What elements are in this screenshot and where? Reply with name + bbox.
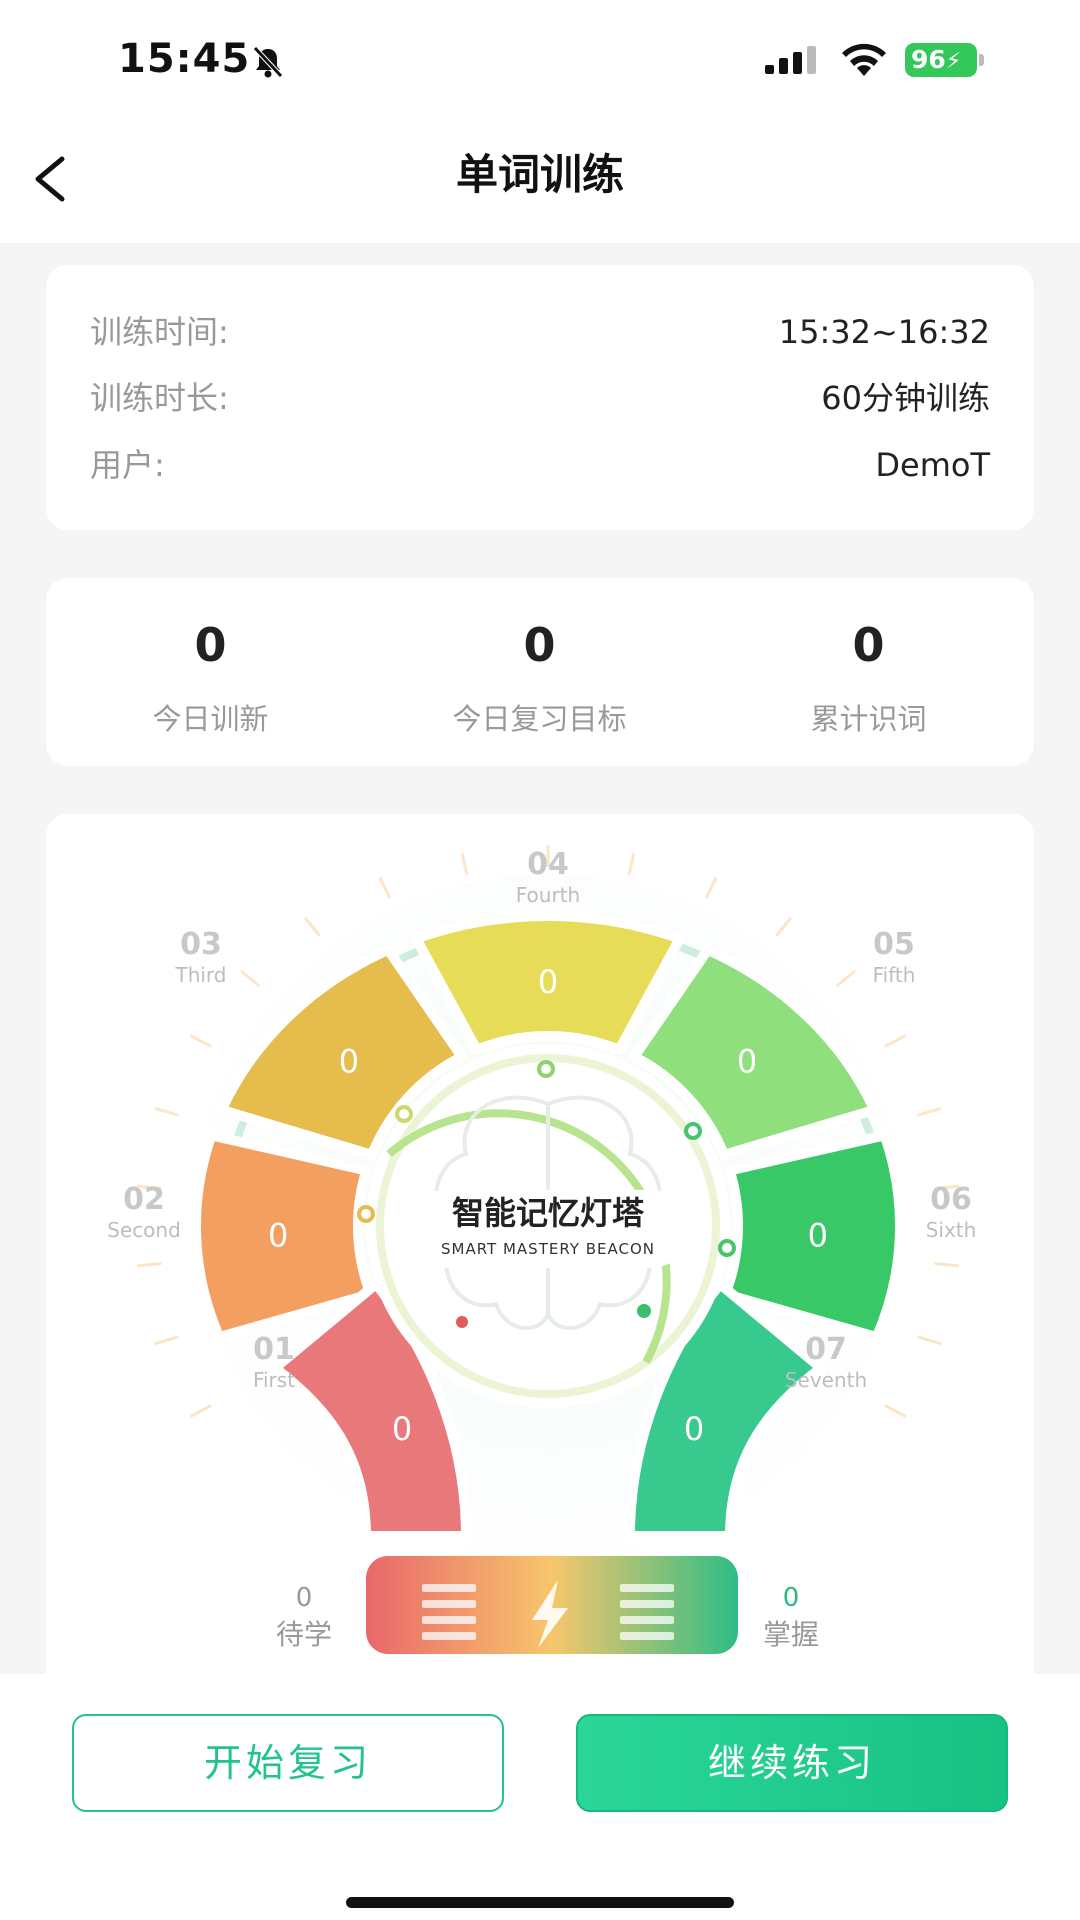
stage-value-03: 0 [339, 1042, 359, 1080]
charging-icon: ⚡ [945, 49, 962, 74]
tick-mark [460, 852, 469, 876]
tick-mark [189, 1404, 212, 1418]
tick-mark [884, 1404, 907, 1418]
tick-mark [627, 852, 636, 876]
info-row-user: 用户: DemoT [90, 440, 990, 490]
stage-value-01: 0 [392, 1410, 412, 1448]
tick-mark [705, 877, 718, 899]
mastered-label: 掌握 [763, 1618, 819, 1651]
stage-value-07: 0 [684, 1410, 704, 1448]
tick-mark [775, 917, 792, 937]
status-bar: 15:45 96⚡ [0, 0, 1080, 115]
stage-name: Seventh [785, 1368, 867, 1392]
tick-mark [378, 877, 391, 899]
info-row-duration: 训练时长: 60分钟训练 [90, 373, 990, 423]
stat-label: 今日复习目标 [452, 702, 627, 736]
stage-value-04: 0 [538, 963, 558, 1001]
info-label: 用户: [90, 446, 165, 484]
pending-label: 待学 [276, 1618, 332, 1651]
stage-value-02: 0 [268, 1217, 288, 1255]
stage-number: 06 [930, 1182, 972, 1217]
stage-number: 02 [123, 1182, 165, 1217]
page-title: 单词训练 [455, 150, 624, 199]
info-value: DemoT [875, 446, 990, 484]
tick-mark [154, 1107, 179, 1117]
info-value: 60分钟训练 [821, 379, 990, 417]
tick-mark [934, 1262, 960, 1268]
tick-mark [154, 1335, 179, 1345]
info-label: 训练时间: [90, 313, 229, 351]
stage-number: 01 [253, 1332, 295, 1367]
tick-mark [304, 917, 321, 937]
continue-practice-button[interactable]: 继续练习 [576, 1714, 1008, 1812]
stat-total-words: 0 累计识词 [704, 578, 1033, 766]
memory-beacon-chart: 000000 0 智能记忆灯塔 SMART MASTERY BEACON 01Fi… [107, 844, 977, 1654]
stage-number: 03 [180, 927, 222, 962]
info-row-time: 训练时间: 15:32~16:32 [90, 307, 990, 357]
stage-number: 05 [873, 927, 915, 962]
stage-name: Fifth [873, 963, 916, 987]
stage-name: Fourth [516, 883, 580, 907]
beacon-subtitle: SMART MASTERY BEACON [441, 1240, 655, 1258]
tick-mark [136, 1262, 162, 1268]
stats-card: 0 今日训新 0 今日复习目标 0 累计识词 [46, 578, 1034, 766]
bottom-action-bar: 开始复习 继续练习 [0, 1674, 1080, 1920]
stage-value-06: 0 [808, 1217, 828, 1255]
info-label: 训练时长: [90, 379, 229, 417]
stat-label: 今日训新 [152, 702, 269, 736]
info-value: 15:32~16:32 [778, 313, 990, 351]
beacon-title: 智能记忆灯塔 [452, 1194, 645, 1232]
battery-indicator: 96⚡ [905, 43, 985, 77]
stat-new-today: 0 今日训新 [46, 578, 375, 766]
nav-bar: 单词训练 [0, 115, 1080, 243]
battery-level: 96 [911, 45, 946, 74]
stat-value: 0 [523, 618, 556, 672]
status-time: 15:45 [118, 36, 251, 82]
bell-muted-icon [253, 46, 283, 78]
mastered-value: 0 [783, 1583, 800, 1613]
stage-name: First [253, 1368, 295, 1392]
stage-value-05: 0 [737, 1042, 757, 1080]
training-info-card: 训练时间: 15:32~16:32 训练时长: 60分钟训练 用户: DemoT [46, 265, 1034, 530]
tick-mark [836, 970, 856, 987]
tick-mark [189, 1034, 212, 1048]
stat-review-goal: 0 今日复习目标 [375, 578, 704, 766]
stage-name: Second [107, 1218, 181, 1242]
stage-name: Third [174, 963, 226, 987]
stat-label: 累计识词 [810, 702, 927, 736]
wifi-icon [842, 43, 886, 76]
tick-mark [917, 1335, 942, 1345]
stat-value: 0 [852, 618, 885, 672]
memory-beacon-card: 0000000 智能记忆灯塔 SMART MASTERY BEACON 01 Fi… [46, 814, 1034, 1674]
stage-number: 07 [805, 1332, 847, 1367]
tick-mark [240, 970, 260, 987]
stage-number: 04 [527, 847, 569, 882]
home-indicator [346, 1897, 734, 1908]
stat-value: 0 [194, 618, 227, 672]
tick-mark [884, 1034, 907, 1048]
pending-value: 0 [296, 1583, 313, 1613]
signal-icon [765, 46, 816, 74]
stage-name: Sixth [926, 1218, 977, 1242]
start-review-button[interactable]: 开始复习 [72, 1714, 504, 1812]
tick-mark [917, 1107, 942, 1117]
